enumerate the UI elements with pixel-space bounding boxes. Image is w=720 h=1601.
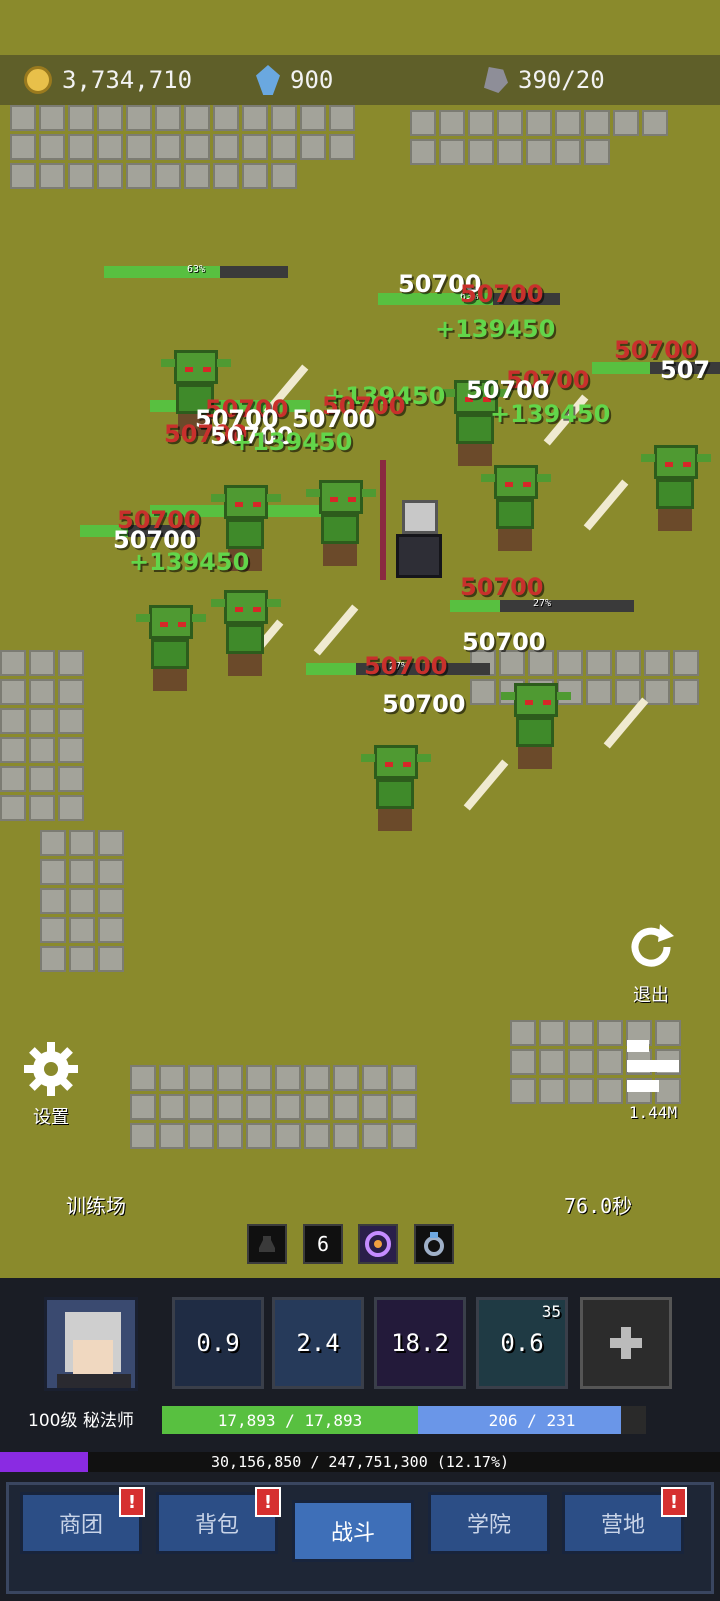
vortex-slot[interactable]: [358, 1224, 398, 1264]
goblin-enemy[interactable]: [210, 590, 359, 680]
skill-3-cooldown: 18.2: [391, 1329, 449, 1357]
skill-4-stack: 35: [541, 1302, 561, 1321]
skill-slot-3[interactable]: 18.2: [374, 1297, 466, 1389]
heal-number: +139450: [129, 548, 250, 576]
hp-text: 17,893 / 17,893: [217, 1410, 363, 1430]
xp-text: 30,156,850 / 247,751,300 (12.17%): [210, 1453, 509, 1471]
skill-4-cooldown: 0.6: [500, 1329, 544, 1357]
resource-bar: 3,734,710 900 390/20: [0, 55, 720, 105]
tab-guild[interactable]: 商团!: [20, 1487, 145, 1554]
exit-button[interactable]: 退出: [620, 920, 682, 1007]
damage-number: 50700: [382, 690, 466, 718]
damage-number: 50700: [460, 573, 544, 601]
gem-value: 900: [290, 66, 334, 94]
heal-number: +139450: [490, 400, 611, 428]
damage-number: 50700: [364, 652, 448, 680]
goblin-enemy[interactable]: [480, 465, 629, 555]
potion-icon: [259, 1236, 275, 1252]
dps-value: 1.44M: [628, 1103, 678, 1122]
goblin-enemy[interactable]: [640, 445, 711, 535]
hero-cloak: [396, 534, 442, 578]
goblin-enemy[interactable]: [500, 683, 649, 773]
goblin-enemy[interactable]: [360, 745, 509, 835]
gem-icon: [256, 65, 280, 95]
ring-icon: [424, 1232, 444, 1256]
mp-text: 206 / 231: [488, 1410, 576, 1430]
hero-portrait[interactable]: [44, 1297, 138, 1391]
tab-guild-label: 商团: [58, 1513, 103, 1538]
gold-counter: 3,734,710: [24, 55, 192, 105]
stone-tiles: [10, 105, 355, 189]
player-hp-bar: 17,893 / 17,893: [162, 1406, 418, 1434]
enemy-hp-bar: 63%: [104, 264, 288, 278]
tab-battle-label: 战斗: [330, 1521, 375, 1546]
skill-slot-1[interactable]: 0.9: [172, 1297, 264, 1389]
tab-battle[interactable]: 战斗: [292, 1500, 414, 1562]
potion-slot[interactable]: [247, 1224, 287, 1264]
heal-number: +139450: [435, 315, 556, 343]
hero-head: [402, 500, 438, 534]
damage-number: 50700: [462, 628, 546, 656]
battle-timer: 76.0秒: [564, 1194, 633, 1218]
alert-badge: !: [255, 1487, 281, 1517]
damage-number: 507: [660, 356, 711, 384]
quick-count-slot[interactable]: 6: [303, 1224, 343, 1264]
tab-inventory[interactable]: 背包!: [156, 1487, 281, 1554]
damage-stats-button[interactable]: 1.44M: [620, 1038, 686, 1122]
gear-icon: [24, 1042, 78, 1096]
skill-2-cooldown: 2.4: [296, 1329, 340, 1357]
ore-icon: [484, 67, 508, 93]
stone-tiles: [0, 650, 84, 821]
hero-mage: [380, 460, 450, 580]
ore-counter: 390/20: [484, 55, 605, 105]
plus-icon: [610, 1327, 642, 1359]
tab-camp[interactable]: 营地!: [562, 1487, 687, 1554]
skill-1-cooldown: 0.9: [196, 1329, 240, 1357]
skill-slot-4[interactable]: 0.6 35: [476, 1297, 568, 1389]
exit-label: 退出: [633, 985, 669, 1006]
player-mp-bar: 206 / 231: [418, 1406, 646, 1434]
bar-chart-icon: [627, 1040, 679, 1092]
skill-slot-2[interactable]: 2.4: [272, 1297, 364, 1389]
tab-camp-label: 营地: [600, 1513, 645, 1538]
xp-bar: 30,156,850 / 247,751,300 (12.17%): [0, 1452, 720, 1472]
ore-value: 390/20: [518, 66, 605, 94]
tab-inventory-label: 背包: [194, 1513, 239, 1538]
refresh-icon: [631, 924, 674, 967]
tab-academy[interactable]: 学院: [428, 1492, 550, 1554]
portrait-face: [73, 1340, 113, 1374]
settings-label: 设置: [33, 1107, 69, 1128]
staff: [380, 460, 386, 580]
ring-slot[interactable]: [414, 1224, 454, 1264]
stone-tiles: [130, 1065, 417, 1149]
goblin-enemy[interactable]: [305, 480, 376, 570]
enemy-hp-bar: 27%: [450, 598, 634, 612]
goblin-enemy[interactable]: [135, 605, 284, 695]
player-level-class: 100级 秘法师: [28, 1411, 134, 1431]
tab-academy-label: 学院: [466, 1513, 511, 1538]
gold-value: 3,734,710: [62, 66, 193, 94]
location-name: 训练场: [66, 1194, 126, 1218]
vortex-icon: [365, 1231, 391, 1257]
quick-count: 6: [316, 1232, 330, 1256]
stone-tiles: [410, 110, 668, 165]
stone-tiles: [40, 830, 124, 972]
alert-badge: !: [119, 1487, 145, 1517]
xp-fill: [0, 1452, 88, 1472]
settings-button[interactable]: 设置: [20, 1040, 82, 1129]
battle-field: 3,734,710 900 390/20 63% 63% 100% 27% 27…: [0, 0, 720, 1306]
damage-number: 50700: [460, 280, 544, 308]
gold-coin-icon: [24, 66, 52, 94]
heal-number: +139450: [232, 428, 353, 456]
portrait-cloak: [57, 1374, 131, 1388]
alert-badge: !: [661, 1487, 687, 1517]
gem-counter: 900: [256, 55, 333, 105]
add-skill-button[interactable]: [580, 1297, 672, 1389]
